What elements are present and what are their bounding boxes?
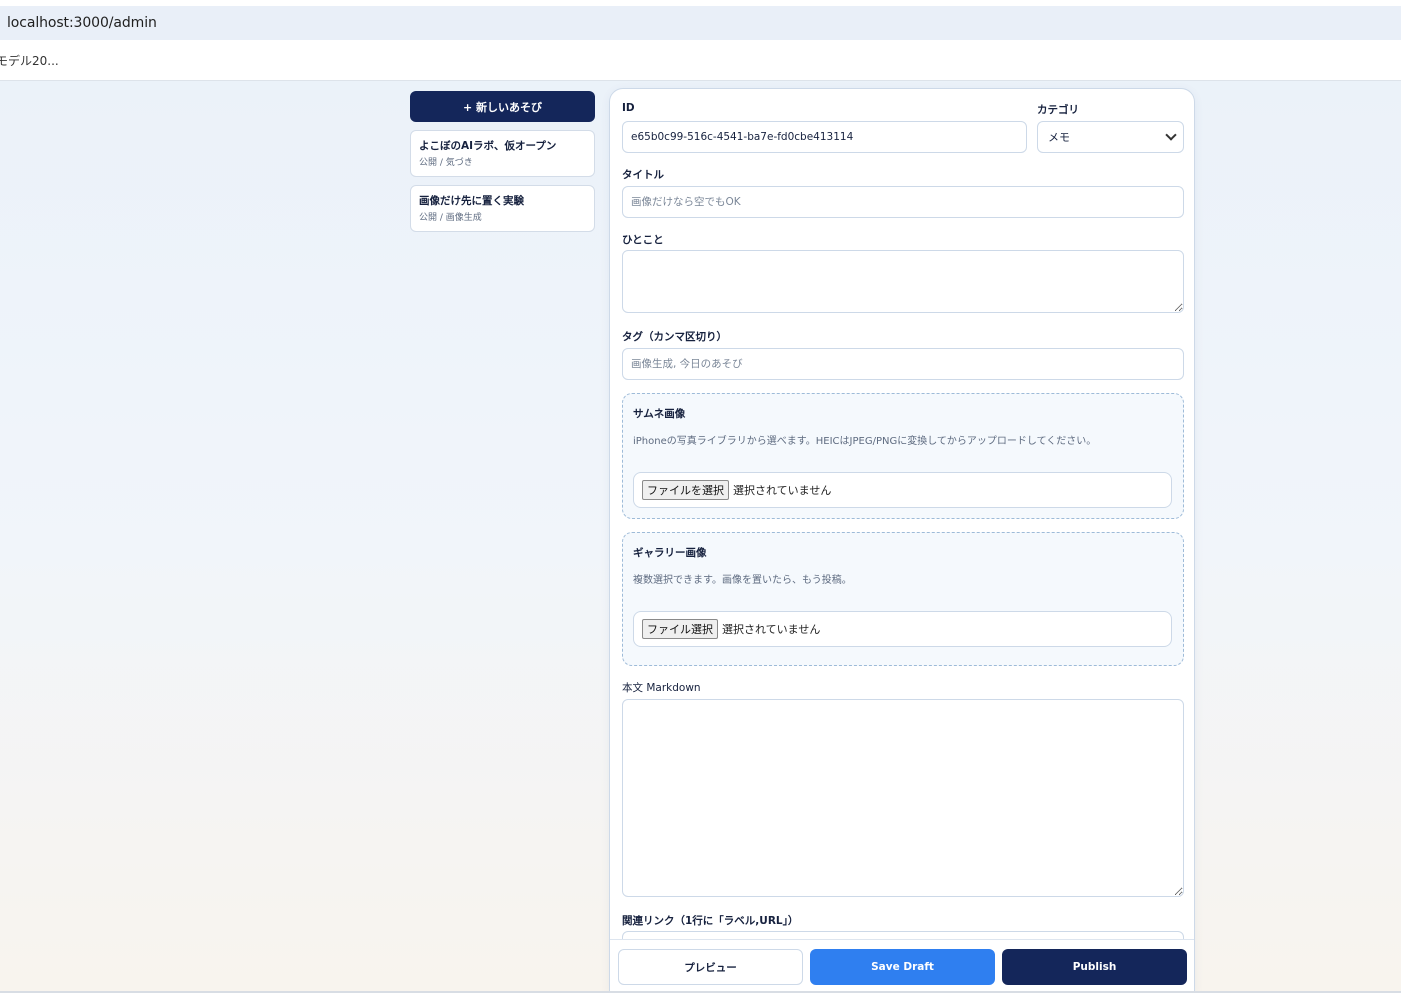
gallery-file-status: 選択されていません	[722, 623, 821, 636]
id-label: ID	[622, 102, 635, 114]
post-title: よこぼのAIラボ、仮オープン	[419, 140, 557, 152]
post-list-item[interactable]: よこぼのAIラボ、仮オープン 公開 / 気づき	[410, 130, 595, 177]
category-label: カテゴリ	[1037, 104, 1079, 116]
editor-panel: ID カテゴリ メモ タイトル ひとこと タグ（カンマ区切り） サムネ画像 iP…	[609, 88, 1195, 993]
thumbnail-description: iPhoneの写真ライブラリから選べます。HEICはJPEG/PNGに変換してか…	[633, 436, 1097, 447]
bookmarks-bar: モデル20...	[0, 40, 1401, 81]
preview-button[interactable]: プレビュー	[618, 949, 803, 985]
gallery-heading: ギャラリー画像	[633, 547, 707, 559]
post-title: 画像だけ先に置く実験	[419, 195, 524, 207]
title-label: タイトル	[622, 169, 664, 181]
comment-textarea[interactable]	[622, 250, 1184, 313]
body-label: 本文 Markdown	[622, 682, 701, 694]
thumbnail-choose-file-button[interactable]: ファイルを選択	[642, 480, 729, 500]
category-selected-value: メモ	[1048, 131, 1070, 144]
thumbnail-upload-section: サムネ画像 iPhoneの写真ライブラリから選べます。HEICはJPEG/PNG…	[622, 393, 1184, 519]
post-list-item[interactable]: 画像だけ先に置く実験 公開 / 画像生成	[410, 185, 595, 232]
address-bar-url: localhost:3000/admin	[7, 15, 157, 31]
body-markdown-textarea[interactable]	[622, 699, 1184, 897]
chevron-down-icon	[1165, 129, 1177, 141]
tags-label: タグ（カンマ区切り）	[622, 331, 727, 343]
gallery-file-input[interactable]: ファイル選択 選択されていません	[633, 611, 1172, 647]
id-input[interactable]	[622, 121, 1027, 153]
thumbnail-file-status: 選択されていません	[733, 484, 832, 497]
post-meta: 公開 / 画像生成	[419, 213, 482, 223]
comment-label: ひとこと	[622, 234, 664, 246]
action-bar: プレビュー Save Draft Publish	[610, 939, 1194, 992]
thumbnail-file-input[interactable]: ファイルを選択 選択されていません	[633, 472, 1172, 508]
category-select[interactable]: メモ	[1037, 121, 1184, 153]
title-input[interactable]	[622, 186, 1184, 218]
post-meta: 公開 / 気づき	[419, 158, 473, 168]
links-label: 関連リンク（1行に「ラベル,URL」）	[622, 915, 799, 927]
publish-button[interactable]: Publish	[1002, 949, 1187, 985]
tags-input[interactable]	[622, 348, 1184, 380]
save-draft-button[interactable]: Save Draft	[810, 949, 995, 985]
bookmark-item[interactable]: モデル20...	[0, 52, 59, 69]
address-bar[interactable]: localhost:3000/admin	[0, 6, 1401, 40]
gallery-choose-file-button[interactable]: ファイル選択	[642, 619, 718, 639]
gallery-description: 複数選択できます。画像を置いたら、もう投稿。	[633, 575, 852, 586]
gallery-upload-section: ギャラリー画像 複数選択できます。画像を置いたら、もう投稿。 ファイル選択 選択…	[622, 532, 1184, 666]
new-post-button[interactable]: + 新しいあそび	[410, 91, 595, 122]
thumbnail-heading: サムネ画像	[633, 408, 686, 420]
